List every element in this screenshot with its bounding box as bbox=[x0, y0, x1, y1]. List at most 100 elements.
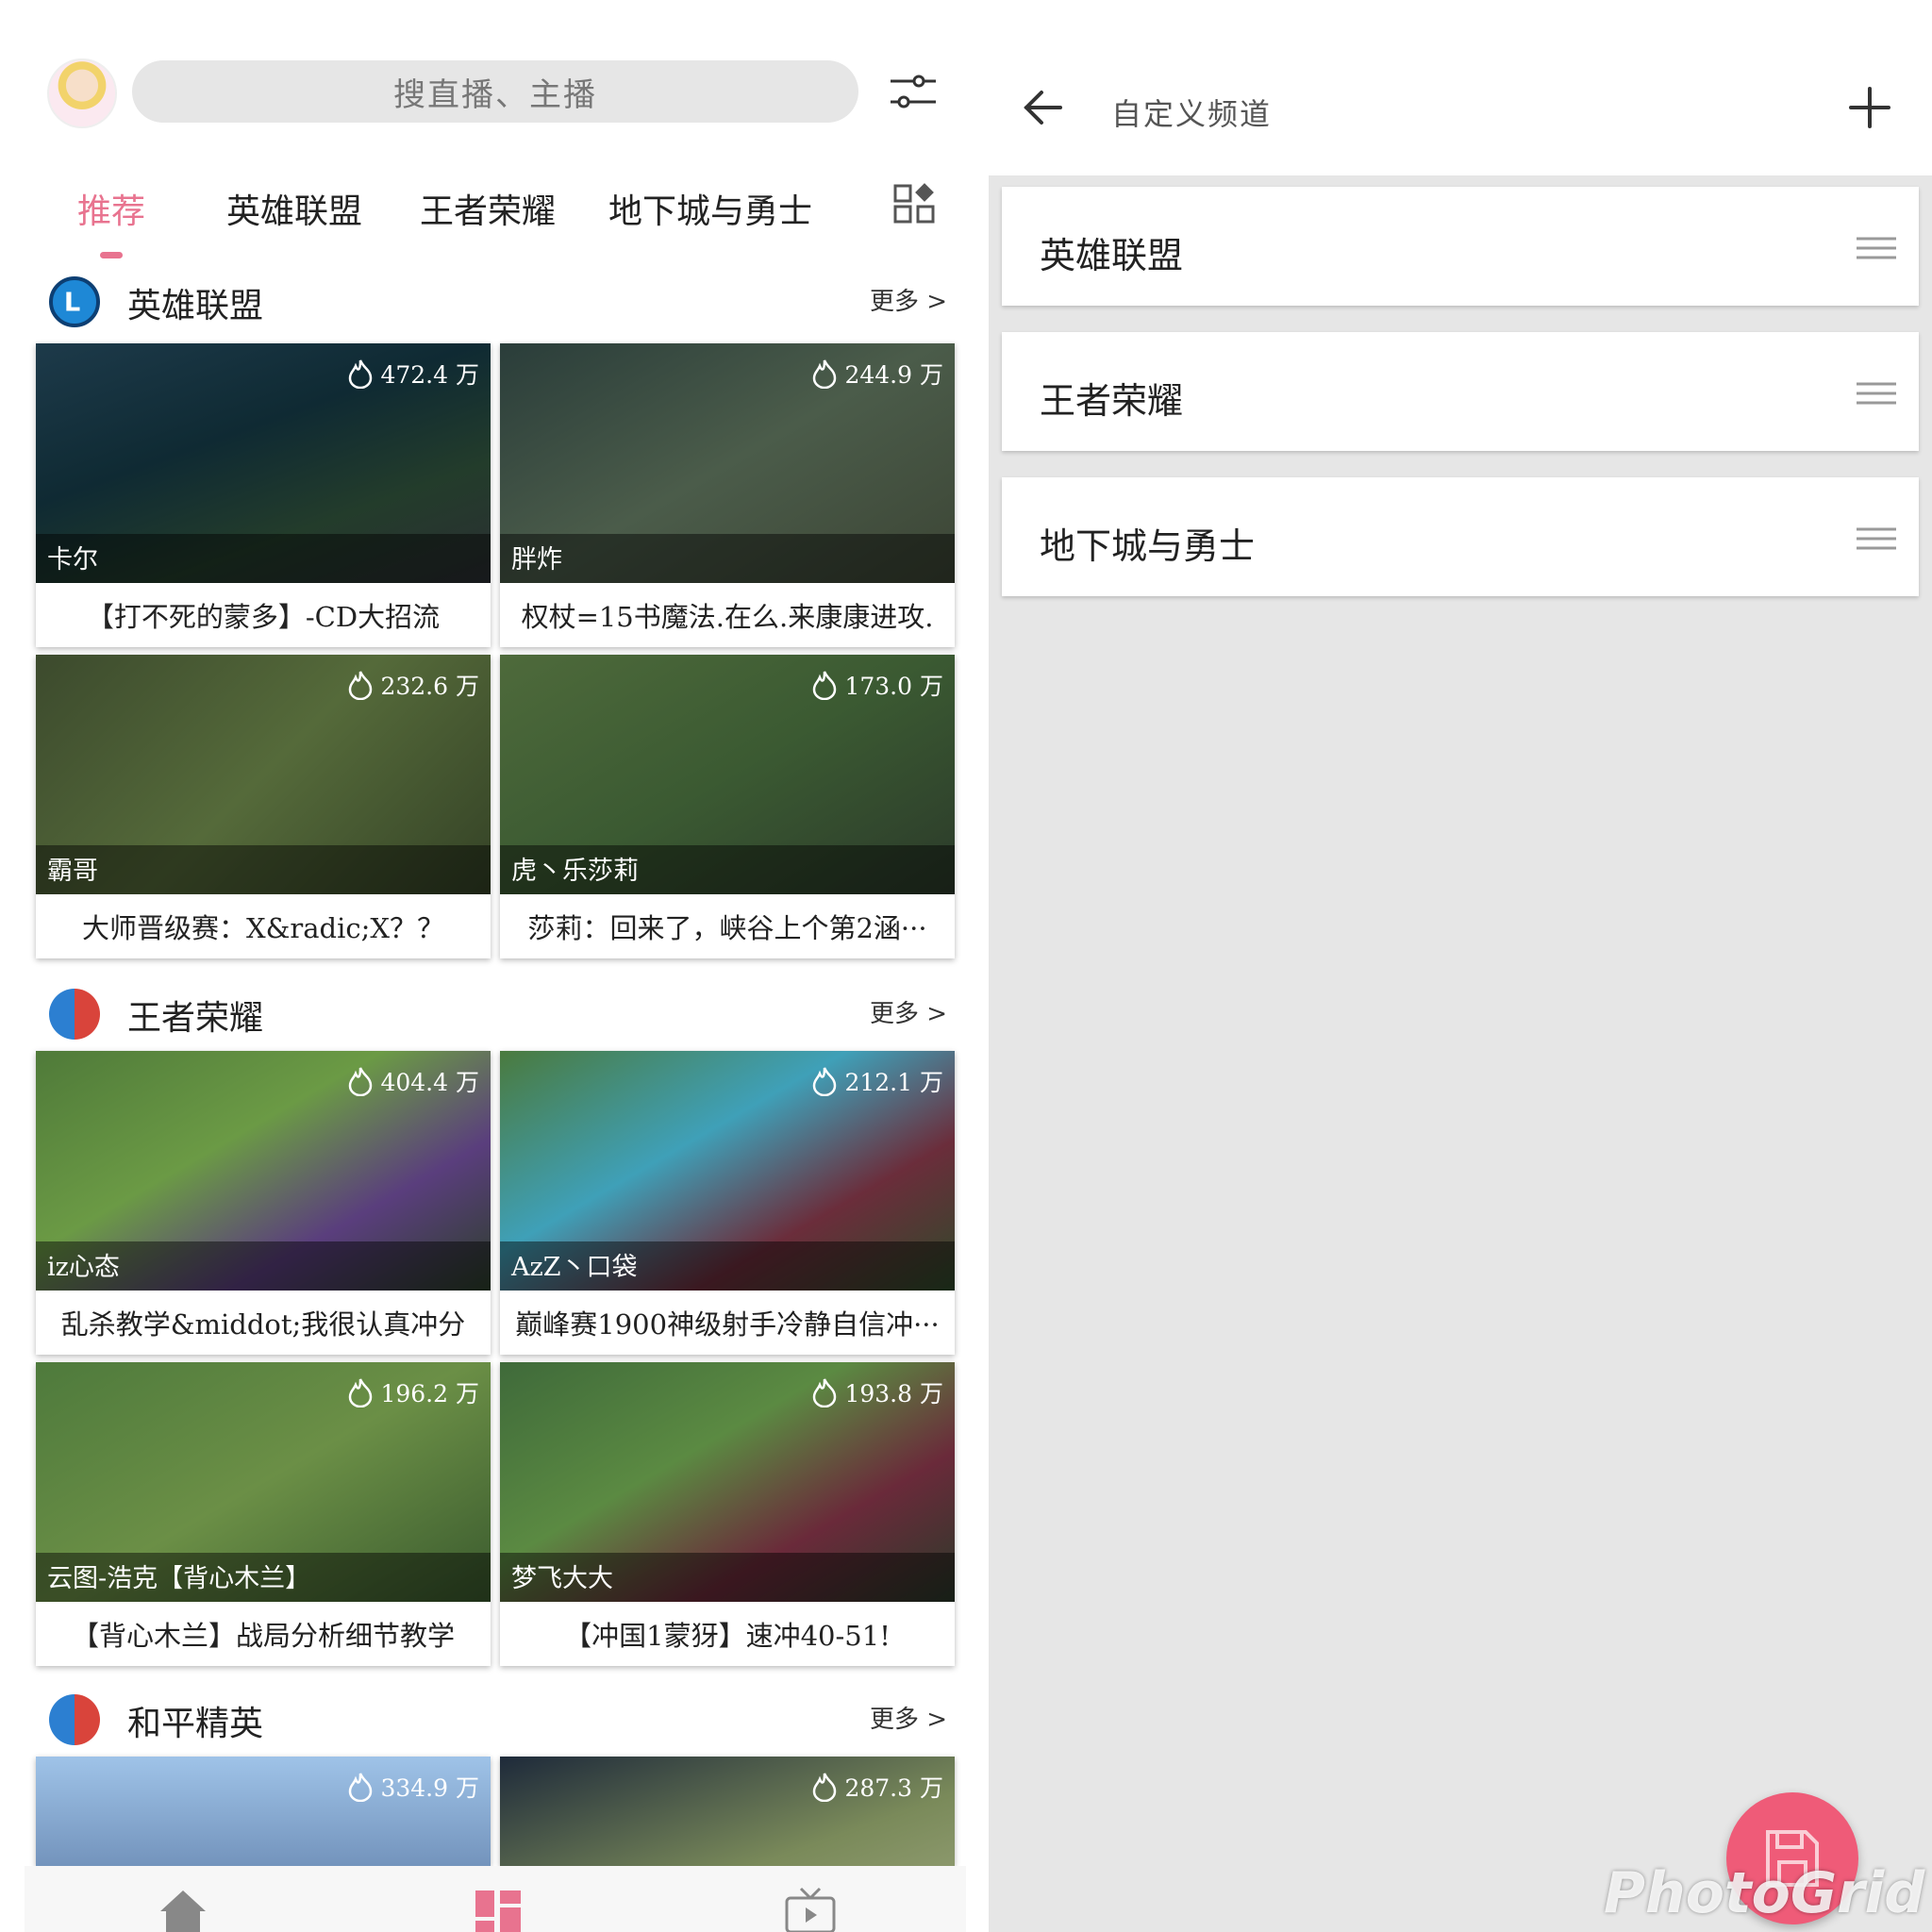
stream-thumbnail: 472.4 万卡尔 bbox=[36, 343, 491, 583]
stream-card[interactable]: 193.8 万梦飞大大【冲国1蒙犽】速冲40-51! bbox=[500, 1362, 955, 1666]
view-count-text: 334.9 万 bbox=[380, 1774, 479, 1802]
stream-card[interactable]: 244.9 万胖炸 权杖=15书魔法.在么.来康康进攻. bbox=[500, 343, 955, 647]
fire-icon bbox=[349, 1067, 373, 1096]
stream-title: 【背心木兰】战局分析细节教学 bbox=[71, 1620, 455, 1652]
streamer-name: 卡尔 bbox=[47, 545, 98, 575]
hok-logo-icon bbox=[49, 989, 100, 1040]
channel-name: 王者荣耀 bbox=[1040, 380, 1184, 422]
stream-title: 【冲国1蒙犽】速冲40-51! bbox=[564, 1620, 891, 1652]
channel-name: 地下城与勇士 bbox=[1040, 525, 1256, 567]
view-count-text: 404.4 万 bbox=[380, 1069, 479, 1096]
more-link[interactable]: 更多 > bbox=[870, 994, 947, 1029]
stream-thumbnail: 334.9 万 bbox=[36, 1757, 491, 1866]
tab-honor-of-kings[interactable]: 王者荣耀 bbox=[420, 184, 556, 233]
stream-title: 乱杀教学&middot;我很认真冲分 bbox=[60, 1308, 466, 1341]
user-avatar[interactable] bbox=[47, 58, 117, 128]
thumbnail-shade bbox=[36, 845, 491, 894]
channel-item[interactable]: 英雄联盟 bbox=[1002, 187, 1919, 306]
stream-card[interactable]: 472.4 万卡尔 【打不死的蒙多】-CD大招流 bbox=[36, 343, 491, 647]
channel-name: 英雄联盟 bbox=[1040, 235, 1184, 276]
streamer-name: AzZ丶口袋 bbox=[511, 1253, 638, 1282]
fire-icon bbox=[813, 1067, 837, 1096]
tab-recommend[interactable]: 推荐 bbox=[77, 184, 145, 233]
stream-thumbnail: 244.9 万胖炸 bbox=[500, 343, 955, 583]
section-header-hok: 王者荣耀 更多 > bbox=[0, 981, 989, 1047]
stream-card[interactable]: 196.2 万云图-浩克【背心木兰】【背心木兰】战局分析细节教学 bbox=[36, 1362, 491, 1666]
fire-icon bbox=[349, 1773, 373, 1802]
search-placeholder: 搜直播、主播 bbox=[393, 75, 597, 114]
view-count-text: 193.8 万 bbox=[844, 1380, 943, 1407]
channel-item[interactable]: 地下城与勇士 bbox=[1002, 477, 1919, 596]
section-title: 王者荣耀 bbox=[127, 999, 264, 1038]
view-count: 193.8 万 bbox=[810, 1375, 943, 1409]
view-count-text: 173.0 万 bbox=[844, 673, 943, 700]
custom-channel-screen: 自定义频道 英雄联盟 王者荣耀 地下城与勇士 bbox=[989, 0, 1932, 1932]
view-count: 212.1 万 bbox=[810, 1064, 943, 1098]
filter-icon[interactable] bbox=[887, 70, 940, 115]
svg-text:L: L bbox=[64, 288, 80, 317]
back-arrow-icon[interactable] bbox=[1021, 85, 1066, 130]
fire-icon bbox=[349, 359, 373, 389]
streamer-name: iz心态 bbox=[47, 1253, 120, 1282]
home-icon[interactable] bbox=[157, 1887, 209, 1932]
view-count-text: 287.3 万 bbox=[844, 1774, 943, 1802]
tab-lol[interactable]: 英雄联盟 bbox=[226, 184, 362, 233]
custom-channel-header: 自定义频道 bbox=[989, 0, 1932, 175]
fire-icon bbox=[813, 1773, 837, 1802]
more-link[interactable]: 更多 > bbox=[870, 282, 947, 317]
streamer-name: 虎丶乐莎莉 bbox=[511, 857, 639, 886]
photogrid-watermark: PhotoGrid bbox=[1604, 1860, 1925, 1926]
fire-icon bbox=[813, 671, 837, 700]
tv-icon[interactable] bbox=[784, 1887, 837, 1932]
stream-card[interactable]: 404.4 万 iz心态乱杀教学&middot;我很认真冲分 bbox=[36, 1051, 491, 1355]
bottom-tab-bar bbox=[25, 1866, 966, 1932]
view-count-text: 472.4 万 bbox=[380, 361, 479, 389]
view-count: 404.4 万 bbox=[346, 1064, 479, 1098]
grid-edit-icon[interactable] bbox=[892, 181, 938, 226]
streamer-name: 梦飞大大 bbox=[511, 1564, 613, 1593]
live-home-screen: 搜直播、主播 推荐 英雄联盟 王者荣耀 地下城与勇士 L 英雄联盟 更多 > 王… bbox=[0, 0, 989, 1932]
stream-card[interactable]: 173.0 万虎丶乐莎莉莎莉：回来了，峡谷上个第2涵··· bbox=[500, 655, 955, 958]
stream-title: 大师晋级赛：X&radic;X？？ bbox=[81, 912, 445, 944]
stream-thumbnail: 404.4 万 iz心态 bbox=[36, 1051, 491, 1291]
view-count-text: 196.2 万 bbox=[380, 1380, 479, 1407]
stream-thumbnail: 232.6 万霸哥 bbox=[36, 655, 491, 894]
tab-dnf[interactable]: 地下城与勇士 bbox=[608, 184, 812, 233]
streamer-name: 霸哥 bbox=[47, 857, 98, 886]
plus-icon[interactable] bbox=[1847, 85, 1892, 130]
stream-thumbnail: 173.0 万虎丶乐莎莉 bbox=[500, 655, 955, 894]
view-count-text: 244.9 万 bbox=[844, 361, 943, 389]
category-tabs: 推荐 英雄联盟 王者荣耀 地下城与勇士 bbox=[0, 175, 989, 259]
section-title: 英雄联盟 bbox=[127, 287, 264, 325]
view-count: 287.3 万 bbox=[810, 1770, 943, 1804]
active-tab-indicator bbox=[100, 252, 123, 258]
fire-icon bbox=[349, 671, 373, 700]
view-count: 472.4 万 bbox=[346, 357, 479, 391]
stream-title: 巅峰赛1900神级射手冷静自信冲··· bbox=[515, 1308, 940, 1341]
view-count: 232.6 万 bbox=[346, 668, 479, 702]
drag-handle-icon[interactable] bbox=[1857, 381, 1896, 406]
section-header-pubg: 和平精英 更多 > bbox=[0, 1687, 989, 1753]
stream-thumbnail: 193.8 万梦飞大大 bbox=[500, 1362, 955, 1602]
channel-item[interactable]: 王者荣耀 bbox=[1002, 332, 1919, 451]
more-link[interactable]: 更多 > bbox=[870, 1700, 947, 1735]
stream-thumbnail: 287.3 万 bbox=[500, 1757, 955, 1866]
stream-thumbnail: 212.1 万 AzZ丶口袋 bbox=[500, 1051, 955, 1291]
fire-icon bbox=[813, 359, 837, 389]
stream-card[interactable]: 334.9 万 bbox=[36, 1757, 491, 1866]
stream-card[interactable]: 212.1 万 AzZ丶口袋巅峰赛1900神级射手冷静自信冲··· bbox=[500, 1051, 955, 1355]
streamer-name: 胖炸 bbox=[511, 545, 562, 575]
category-icon[interactable] bbox=[472, 1887, 525, 1932]
stream-title: 莎莉：回来了，峡谷上个第2涵··· bbox=[527, 912, 927, 944]
view-count-text: 232.6 万 bbox=[380, 673, 479, 700]
stream-thumbnail: 196.2 万云图-浩克【背心木兰】 bbox=[36, 1362, 491, 1602]
stream-card[interactable]: 232.6 万霸哥大师晋级赛：X&radic;X？？ bbox=[36, 655, 491, 958]
lol-logo-icon: L bbox=[49, 276, 100, 327]
thumbnail-shade bbox=[36, 534, 491, 583]
fire-icon bbox=[813, 1378, 837, 1407]
drag-handle-icon[interactable] bbox=[1857, 526, 1896, 551]
stream-card[interactable]: 287.3 万 bbox=[500, 1757, 955, 1866]
page-title: 自定义频道 bbox=[1111, 96, 1273, 132]
drag-handle-icon[interactable] bbox=[1857, 236, 1896, 260]
search-input[interactable]: 搜直播、主播 bbox=[132, 60, 858, 123]
